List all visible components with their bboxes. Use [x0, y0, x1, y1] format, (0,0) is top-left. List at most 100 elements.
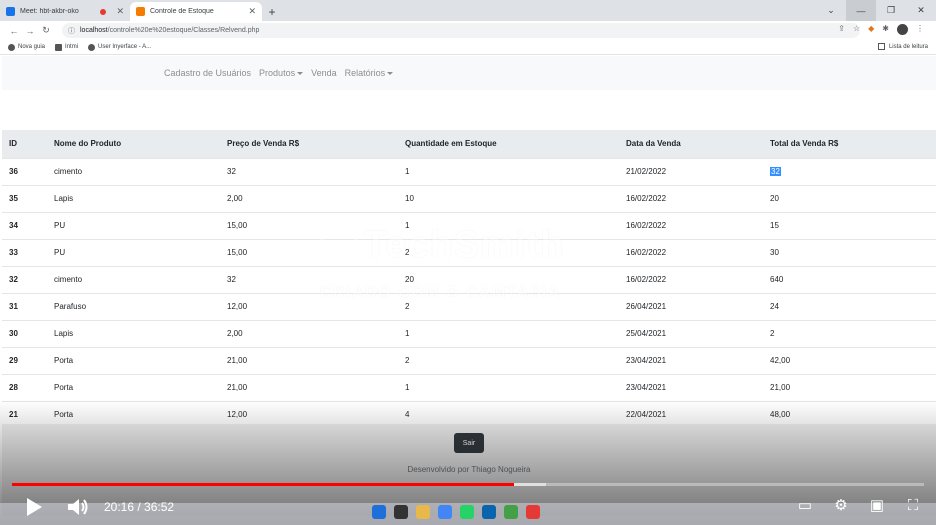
player-right-controls: ▭ ⚙ ▣ ⛶	[794, 495, 924, 517]
header-data-venda: Data da Venda	[626, 139, 681, 149]
url-path: /controle%20e%20estoque/Classes/Relvend.…	[107, 27, 260, 34]
forward-icon[interactable]: →	[22, 26, 38, 36]
table-header-row: ID Nome do Produto Preço de Venda R$ Qua…	[2, 130, 936, 158]
subtitles-icon[interactable]: ▭	[794, 495, 816, 517]
url-host: localhost	[80, 27, 108, 34]
site-icon	[55, 43, 63, 51]
cell-quantidade: 10	[405, 194, 414, 203]
fullscreen-icon[interactable]: ⛶	[902, 495, 924, 517]
minimize-icon[interactable]: —	[846, 0, 876, 21]
screen: Meet: hbt-akbr-oko ✕ Controle de Estoque…	[0, 0, 936, 525]
video-time: 20:16 / 36:52	[104, 500, 175, 514]
cell-total-venda: 21,00	[770, 383, 791, 392]
developer-credit: Desenvolvido por Thiago Nogueira	[407, 465, 531, 474]
cell-quantidade: 2	[405, 356, 410, 365]
logout-button[interactable]: Sair	[454, 433, 484, 453]
player-controls: 20:16 / 36:52 ▭ ⚙ ▣ ⛶	[0, 492, 936, 522]
menu-icon[interactable]: ⋮	[916, 24, 924, 35]
toolbar-icons: ⇪ ☆ ◆ ✱ ⋮	[838, 24, 924, 35]
cell-nome-produto: Lapis	[54, 329, 74, 338]
table-row: 32 cimento 32 20 16/02/2022 640	[2, 266, 936, 293]
cell-id: 35	[9, 194, 18, 203]
close-icon[interactable]: ✕	[116, 6, 124, 17]
cell-data-venda: 21/02/2022	[626, 167, 667, 176]
bookmark-nova-guia[interactable]: Nova guia	[8, 43, 45, 51]
page-favicon-icon	[136, 7, 145, 16]
cell-nome-produto: Parafuso	[54, 302, 87, 311]
video-progress-bar[interactable]	[12, 483, 924, 486]
nav-relatorios-dropdown[interactable]: Relatórios	[345, 68, 394, 78]
cell-data-venda: 23/04/2021	[626, 356, 667, 365]
header-id: ID	[9, 139, 17, 149]
reload-icon[interactable]: ↻	[38, 25, 54, 36]
back-icon[interactable]: ←	[6, 26, 22, 36]
close-window-icon[interactable]: ✕	[906, 0, 936, 21]
nav-cadastro-usuarios[interactable]: Cadastro de Usuários	[164, 68, 251, 78]
table-row: 35 Lapis 2,00 10 16/02/2022 20	[2, 185, 936, 212]
cell-preco-venda: 32	[227, 167, 236, 176]
cell-id: 34	[9, 221, 18, 230]
sales-table: ID Nome do Produto Preço de Venda R$ Qua…	[2, 130, 936, 428]
cell-nome-produto: PU	[54, 248, 66, 257]
cell-nome-produto: PU	[54, 221, 66, 230]
cell-id: 30	[9, 329, 18, 338]
table-row: 33 PU 15,00 2 16/02/2022 30	[2, 239, 936, 266]
close-icon[interactable]: ✕	[248, 6, 256, 17]
header-preco-venda: Preço de Venda R$	[227, 139, 300, 149]
cell-quantidade: 1	[405, 329, 410, 338]
cell-data-venda: 16/02/2022	[626, 194, 667, 203]
cell-total-venda: 2	[770, 329, 775, 338]
recording-icon	[100, 8, 107, 15]
cell-nome-produto: cimento	[54, 275, 83, 284]
address-bar: ← → ↻ ⓘ localhost /controle%20e%20estoqu…	[0, 21, 936, 40]
tab-controle-estoque[interactable]: Controle de Estoque ✕	[130, 2, 262, 21]
nav-label: Relatórios	[344, 68, 386, 78]
table-row: 28 Porta 21,00 1 23/04/2021 21,00	[2, 374, 936, 401]
bookmark-user-inyerface[interactable]: User Inyerface - A...	[88, 43, 151, 51]
maximize-icon[interactable]: ❐	[876, 0, 906, 21]
cell-total-venda: 30	[770, 248, 779, 257]
cell-total-venda: 32	[763, 158, 936, 185]
theater-mode-icon[interactable]: ▣	[866, 495, 888, 517]
tab-search-icon[interactable]: ⌄	[816, 0, 846, 21]
tab-title: Controle de Estoque	[150, 8, 214, 15]
nav-venda[interactable]: Venda	[311, 68, 337, 78]
cell-preco-venda: 32	[227, 275, 236, 284]
cell-data-venda: 16/02/2022	[626, 275, 667, 284]
settings-gear-icon[interactable]: ⚙	[830, 495, 852, 517]
reading-list-label: Lista de leitura	[888, 43, 928, 50]
fox-extension-icon[interactable]: ◆	[868, 24, 874, 35]
star-icon[interactable]: ☆	[853, 24, 860, 35]
nav-label: Produtos	[259, 68, 296, 78]
cell-preco-venda: 2,00	[227, 194, 243, 203]
share-icon[interactable]: ⇪	[838, 24, 845, 35]
navbar: Cadastro de Usuários Produtos Venda Rela…	[2, 56, 936, 90]
volume-icon[interactable]	[66, 496, 90, 518]
cell-quantidade: 1	[405, 383, 410, 392]
tab-meet[interactable]: Meet: hbt-akbr-oko ✕	[0, 2, 130, 21]
cell-id: 36	[9, 167, 18, 176]
nav-produtos-dropdown[interactable]: Produtos	[259, 68, 304, 78]
cell-preco-venda: 15,00	[227, 248, 248, 257]
reading-list-icon	[877, 43, 885, 50]
puzzle-icon[interactable]: ✱	[882, 24, 889, 35]
table-row: 34 PU 15,00 1 16/02/2022 15	[2, 212, 936, 239]
info-icon: ⓘ	[68, 27, 75, 35]
cell-quantidade: 2	[405, 248, 410, 257]
header-total-venda: Total da Venda R$	[770, 139, 839, 149]
cell-data-venda: 26/04/2021	[626, 302, 667, 311]
browser-tabbar: Meet: hbt-akbr-oko ✕ Controle de Estoque…	[0, 0, 936, 21]
cell-data-venda: 25/04/2021	[626, 329, 667, 338]
new-tab-button[interactable]: +	[262, 2, 282, 21]
cell-data-venda: 16/02/2022	[626, 221, 667, 230]
table-row: 31 Parafuso 12,00 2 26/04/2021 24	[2, 293, 936, 320]
avatar[interactable]	[897, 24, 908, 35]
bookmark-intmi[interactable]: Intmi	[55, 43, 78, 51]
selected-text: 32	[770, 167, 781, 176]
cell-preco-venda: 15,00	[227, 221, 248, 230]
cell-total-venda: 20	[770, 194, 779, 203]
cell-nome-produto: Lapis	[54, 194, 74, 203]
url-input[interactable]: ⓘ localhost /controle%20e%20estoque/Clas…	[62, 23, 860, 38]
reading-list[interactable]: Lista de leitura	[877, 43, 928, 50]
play-icon[interactable]	[27, 498, 42, 516]
